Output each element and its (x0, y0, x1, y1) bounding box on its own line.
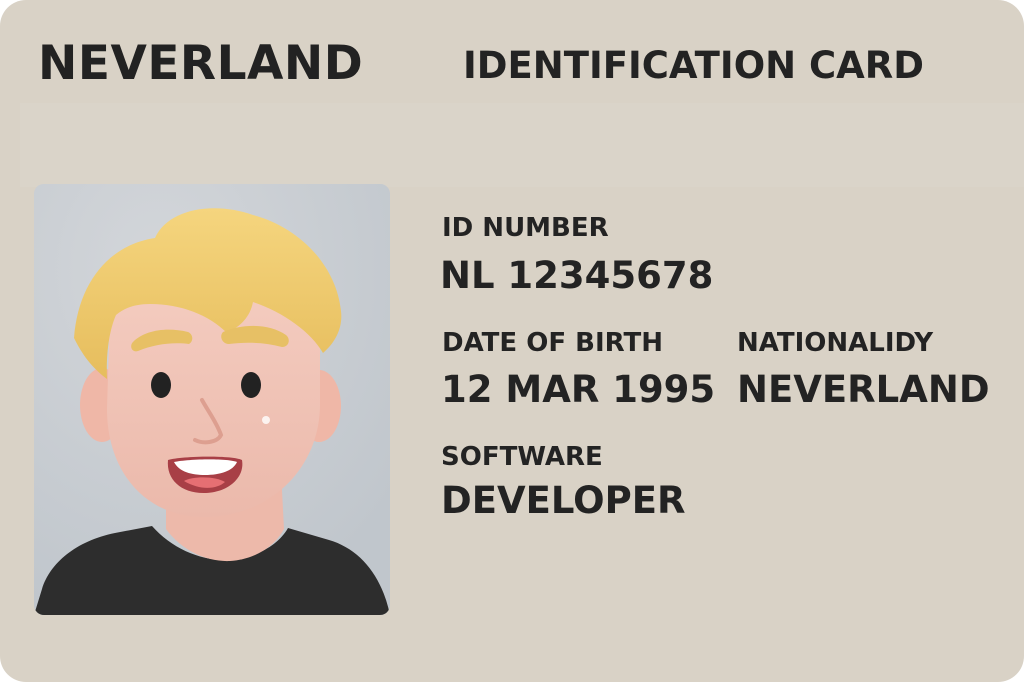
profile-photo (34, 184, 390, 615)
sweat-drop (262, 416, 270, 424)
right-eye (241, 372, 261, 398)
country-name: NEVERLAND (38, 36, 364, 91)
header-band (20, 103, 1024, 187)
id-number-value: NL 12345678 (440, 254, 714, 297)
date-of-birth-value: 12 MAR 1995 (441, 368, 716, 411)
occupation-label: SOFTWARE (441, 442, 603, 472)
id-number-label: ID NUMBER (442, 213, 609, 243)
nationality-value: NEVERLAND (737, 368, 990, 411)
left-eye (151, 372, 171, 398)
date-of-birth-label: DATE OF BIRTH (442, 328, 663, 358)
nationality-label: NATIONALIDY (737, 328, 934, 358)
id-card: NEVERLAND IDENTIFICATION CARD ID NUMBER … (0, 0, 1024, 682)
occupation-value: DEVELOPER (441, 479, 686, 522)
card-title: IDENTIFICATION CARD (463, 44, 924, 87)
